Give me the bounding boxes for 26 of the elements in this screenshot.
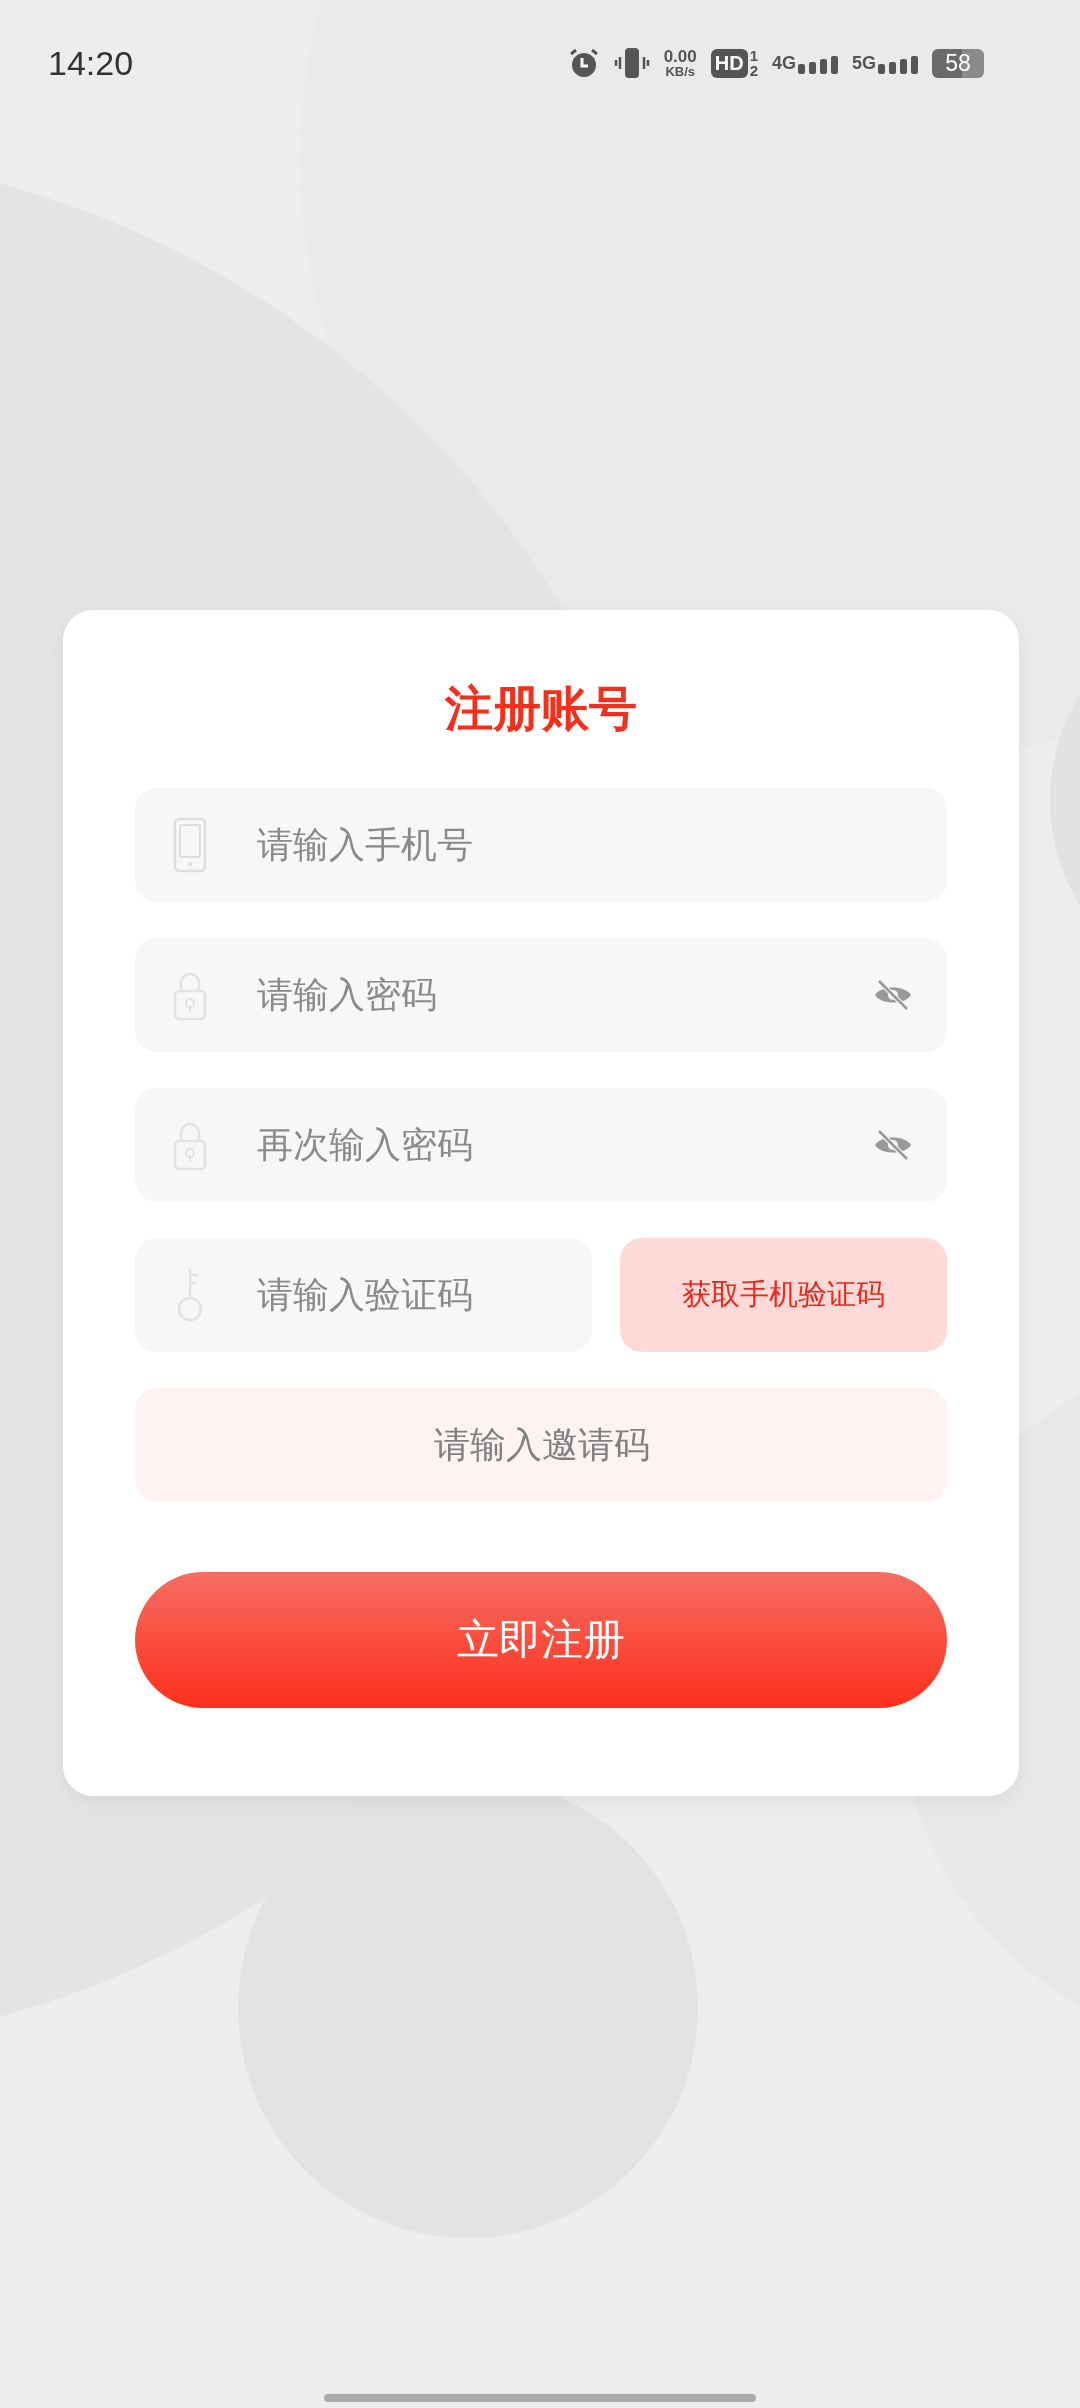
network-type: 5G	[852, 52, 876, 74]
register-button[interactable]: 立即注册	[135, 1571, 947, 1708]
input-field[interactable]: 请输入密码	[255, 973, 827, 1017]
sim-label: 1	[749, 48, 758, 63]
get-code-button[interactable]: 获取手机验证码	[620, 1237, 947, 1352]
invite-code-field[interactable]: 请输入邀请码	[171, 1423, 913, 1467]
vibrate-icon	[613, 47, 650, 79]
sim-label: 2	[749, 63, 758, 78]
network-type: 4G	[771, 52, 796, 74]
form-title: 注册账号	[444, 680, 638, 738]
input-field[interactable]: 请输入验证码	[135, 1237, 592, 1352]
signal-icon	[878, 55, 918, 74]
signal-icon	[798, 55, 838, 74]
network-speed: 0.00	[663, 48, 697, 65]
clock-time: 14:20	[48, 43, 134, 83]
input-field[interactable]: 请输入手机号	[135, 787, 947, 902]
alarm-icon	[567, 47, 600, 79]
input-field[interactable]: 请输入密码	[135, 937, 947, 1052]
battery-level: 58	[945, 49, 971, 76]
phone-icon	[171, 816, 209, 873]
input-field[interactable]: 再次输入密码	[135, 1087, 947, 1202]
input-field[interactable]: 再次输入密码	[255, 1123, 827, 1167]
input-field[interactable]: 请输入手机号	[255, 823, 913, 867]
speed-unit: KB/s	[665, 65, 695, 78]
invite-code-field[interactable]: 请输入邀请码	[135, 1387, 947, 1502]
input-field[interactable]: 请输入验证码	[255, 1273, 558, 1317]
